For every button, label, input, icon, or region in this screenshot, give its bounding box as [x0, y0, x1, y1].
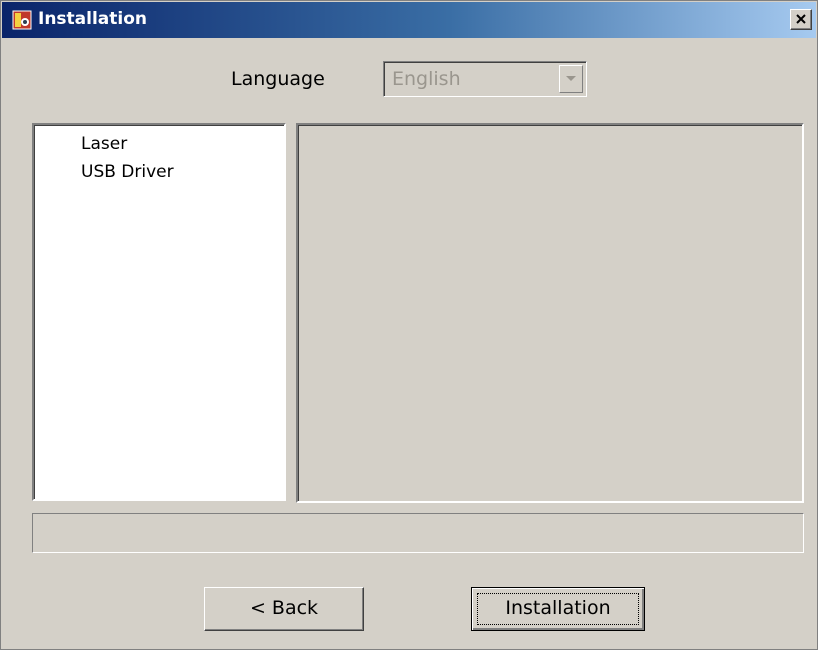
detail-panel — [296, 123, 804, 503]
status-bar — [32, 513, 804, 553]
tree-item-usb-driver[interactable]: USB Driver — [81, 161, 174, 183]
window-title: Installation — [38, 9, 148, 29]
back-button[interactable]: < Back — [204, 587, 364, 631]
installation-window: Installation Language English Laser USB … — [0, 0, 818, 650]
language-dropdown-button[interactable] — [559, 65, 583, 93]
tree-item-laser[interactable]: Laser — [81, 133, 127, 155]
close-button[interactable] — [790, 9, 812, 30]
installation-button-label: Installation — [505, 597, 611, 619]
title-bar[interactable]: Installation — [2, 2, 816, 38]
component-tree[interactable]: Laser USB Driver — [32, 123, 286, 501]
installer-app-icon — [12, 10, 32, 30]
installation-button[interactable]: Installation — [471, 587, 645, 631]
language-select[interactable]: English — [383, 61, 587, 97]
language-selected-value: English — [392, 68, 461, 90]
language-label: Language — [231, 68, 325, 90]
